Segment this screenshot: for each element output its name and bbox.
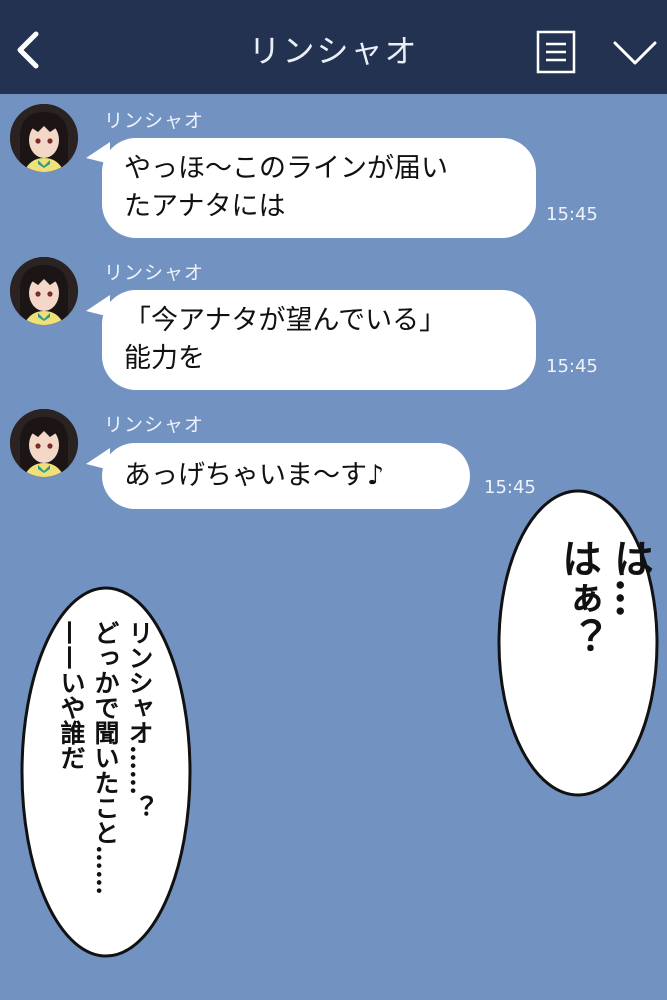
message-bubble[interactable]: 「今アナタが望んでいる」 能力を <box>102 290 536 390</box>
speech-balloon-left: リンシャオ……？ どっかで聞いたこと…… ——いや誰だ <box>18 584 194 960</box>
list-icon[interactable] <box>536 30 576 74</box>
header-bar: リンシャオ <box>0 0 667 94</box>
speech-text: ——いや誰だ <box>57 620 86 770</box>
message-bubble[interactable]: あっげちゃいま〜す♪ <box>102 443 470 509</box>
message-text: 「今アナタが望んでいる」 <box>124 305 447 336</box>
sender-name: リンシャオ <box>104 262 205 284</box>
speech-text: は… <box>607 538 654 618</box>
timestamp: 15:45 <box>546 204 598 225</box>
message-text: やっほ〜このラインが届い <box>124 153 448 184</box>
avatar[interactable] <box>10 409 78 477</box>
avatar[interactable] <box>10 257 78 325</box>
speech-text: リンシャオ……？ <box>125 620 154 820</box>
speech-balloon-right: は… はぁ？ <box>496 488 660 798</box>
avatar[interactable] <box>10 104 78 172</box>
chevron-down-icon[interactable] <box>612 38 658 68</box>
sender-name: リンシャオ <box>104 110 205 132</box>
timestamp: 15:45 <box>546 356 598 377</box>
speech-text: どっかで聞いたこと…… <box>91 620 120 895</box>
message-text: 能力を <box>124 343 205 374</box>
message-text: たアナタには <box>124 191 286 222</box>
sender-name: リンシャオ <box>104 414 205 436</box>
speech-text: はぁ？ <box>555 538 602 658</box>
message-bubble[interactable]: やっほ〜このラインが届い たアナタには <box>102 138 536 238</box>
message-text: あっげちゃいま〜す♪ <box>124 460 385 491</box>
